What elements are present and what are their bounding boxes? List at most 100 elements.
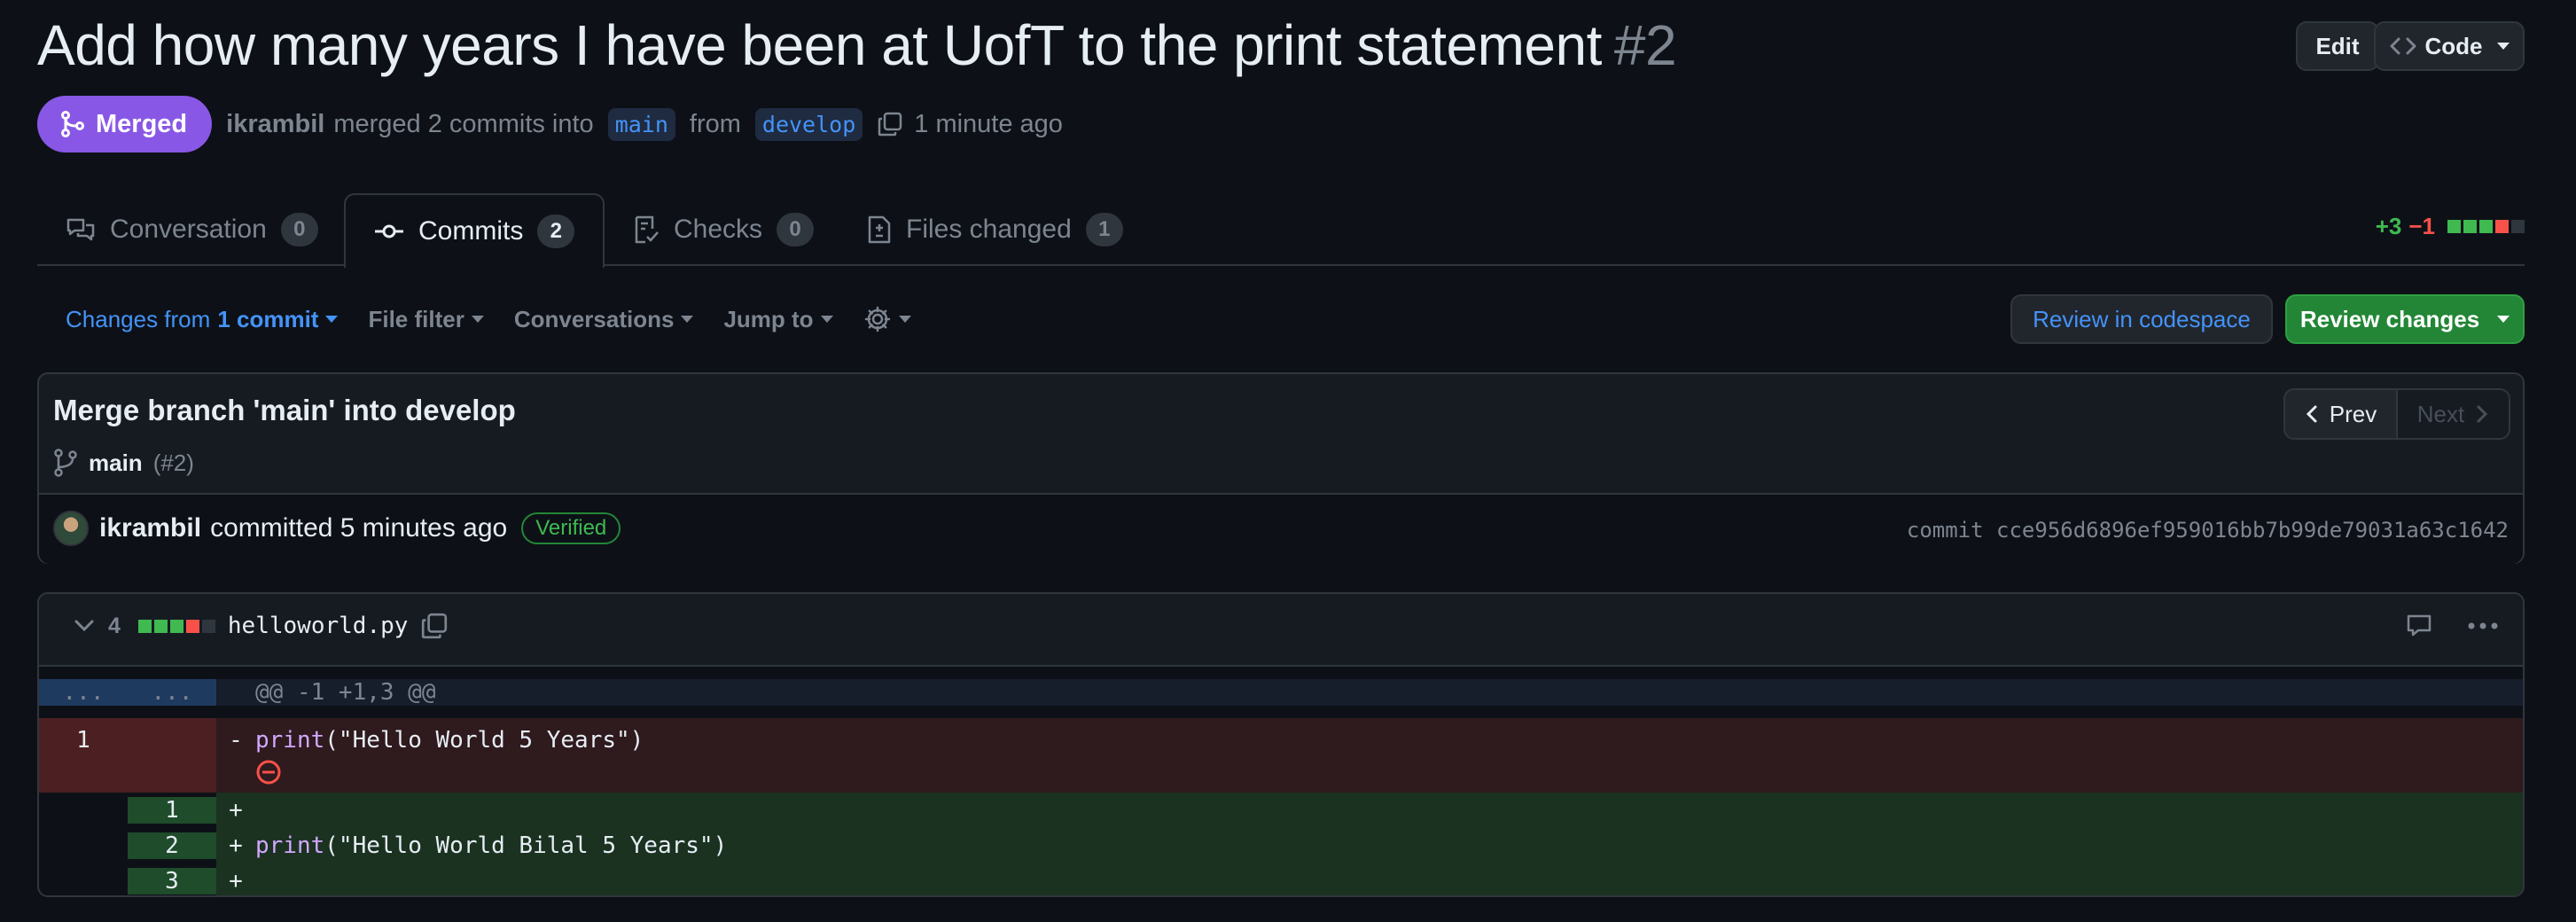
file-diffstat-blocks (137, 619, 215, 633)
file-diff: 4 helloworld.py ... ... @@ -1 +1,3 @@ 1 … (37, 592, 2525, 897)
changes-from-dropdown[interactable]: Changes from 1 commit (66, 305, 339, 333)
file-filter-dropdown[interactable]: File filter (368, 305, 484, 333)
new-line-number[interactable]: 2 (128, 832, 216, 859)
commit-branch: main (#2) (53, 449, 194, 477)
diffstat-block-del (2495, 220, 2509, 233)
changes-from-prefix: Changes from (66, 305, 211, 332)
tab-commits[interactable]: Commits 2 (344, 193, 605, 268)
jump-to-label: Jump to (723, 305, 814, 332)
diff-line-added: 1 + (39, 793, 2523, 828)
chevron-down-icon (820, 316, 833, 323)
review-in-codespace-label: Review in codespace (2033, 305, 2251, 332)
commit-details: Merge branch 'main' into develop main (#… (37, 372, 2525, 564)
chevron-down-icon (471, 316, 484, 323)
pr-author-link[interactable]: ikrambil (226, 110, 324, 139)
chevron-right-icon (2477, 405, 2488, 423)
commit-sha: commit cce956d6896ef959016bb7b99de79031a… (1906, 518, 2509, 543)
code-button-label: Code (2424, 32, 2483, 59)
edit-button[interactable]: Edit (2296, 21, 2379, 71)
prev-commit-button[interactable]: Prev (2285, 390, 2398, 438)
diff-line-added: 3 + (39, 863, 2523, 895)
diffstat-block-add (2479, 220, 2493, 233)
comment-discussion-icon (66, 218, 95, 241)
pr-number: #2 (1613, 13, 1677, 77)
code-token: ("Hello World 5 Years") (324, 727, 644, 754)
tab-conversation[interactable]: Conversation 0 (37, 193, 347, 266)
diffstat-block-add (153, 619, 168, 633)
pr-time: 1 minute ago (914, 109, 1063, 138)
base-branch-link[interactable]: main (607, 107, 675, 141)
file-change-count: 4 (108, 613, 121, 638)
expand-hunk-left[interactable]: ... (39, 679, 128, 706)
diff-table: ... ... @@ -1 +1,3 @@ 1 - print ("Hello W… (39, 667, 2523, 895)
commit-pr-ref[interactable]: (#2) (153, 449, 194, 477)
prev-commit-label: Prev (2329, 400, 2377, 427)
commit-author-link[interactable]: ikrambil (99, 513, 201, 543)
new-line-number[interactable] (128, 718, 216, 793)
copy-icon[interactable] (420, 612, 449, 640)
changes-from-count: 1 commit (217, 305, 319, 332)
chevron-down-icon[interactable] (73, 618, 96, 634)
tab-checks[interactable]: Checks 0 (605, 193, 842, 266)
code-button[interactable]: Code (2374, 21, 2525, 71)
review-in-codespace-button[interactable]: Review in codespace (2010, 294, 2273, 344)
diffstat-block-del (185, 619, 199, 633)
old-line-number[interactable]: 1 (39, 718, 128, 793)
verified-badge[interactable]: Verified (521, 512, 621, 544)
commit-meta: ikrambil committed 5 minutes ago Verifie… (39, 493, 2523, 564)
edit-button-label: Edit (2315, 32, 2360, 59)
diff-line-deleted: 1 - print ("Hello World 5 Years") (39, 718, 2523, 793)
diffstat-block-add (169, 619, 183, 633)
head-branch-link[interactable]: develop (754, 107, 863, 141)
pr-title-text: Add how many years I have been at UofT t… (37, 13, 1602, 77)
code-token: print (255, 727, 325, 754)
pr-tabs: Conversation 0 Commits 2 Checks 0 Files … (37, 193, 2525, 268)
merge-text: merged 2 commits into (333, 109, 594, 138)
commit-author-line: ikrambil committed 5 minutes ago Verifie… (99, 512, 621, 544)
review-changes-label: Review changes (2299, 305, 2480, 332)
tab-label: Checks (674, 215, 763, 244)
tab-label: Commits (418, 216, 524, 246)
diff-toolbar: Changes from 1 commit File filter Conver… (66, 300, 911, 339)
avatar[interactable] (53, 511, 89, 546)
next-commit-button: Next (2398, 390, 2509, 438)
git-branch-icon (54, 449, 77, 477)
code-icon (2390, 37, 2416, 55)
diffstat: +3 −1 (2376, 213, 2525, 240)
tab-counter: 2 (537, 215, 575, 248)
chevron-down-icon (325, 316, 339, 323)
status-badge-label: Merged (96, 109, 188, 138)
diffstat-block-add (137, 619, 152, 633)
tab-files-changed[interactable]: Files changed 1 (839, 193, 1151, 266)
conversations-dropdown[interactable]: Conversations (514, 306, 694, 333)
diff-sign: + (229, 868, 243, 895)
tab-label: Files changed (906, 215, 1072, 244)
tab-counter: 0 (777, 213, 815, 246)
file-filter-label: File filter (368, 305, 464, 332)
new-line-number[interactable]: 1 (128, 797, 216, 824)
comment-icon[interactable] (2406, 613, 2432, 638)
jump-to-dropdown[interactable]: Jump to (723, 305, 833, 333)
no-newline-icon (256, 760, 281, 785)
new-line-number[interactable]: 3 (128, 868, 216, 895)
diffstat-deletions: −1 (2408, 213, 2435, 239)
chevron-down-icon (898, 316, 911, 323)
kebab-horizontal-icon[interactable] (2468, 621, 2498, 630)
tab-counter: 0 (280, 213, 318, 246)
diffstat-block-neutral (2511, 220, 2525, 233)
code-token: print (255, 832, 325, 859)
next-commit-label: Next (2416, 400, 2465, 427)
copy-icon[interactable] (877, 111, 903, 137)
file-header: 4 helloworld.py (39, 594, 2523, 667)
expand-hunk-right[interactable]: ... (128, 679, 216, 706)
review-changes-button[interactable]: Review changes (2285, 294, 2525, 344)
tab-counter: 1 (1085, 213, 1123, 246)
diff-line-added: 2 + print ("Hello World Bilal 5 Years") (39, 828, 2523, 863)
diffstat-additions: +3 (2375, 213, 2402, 239)
git-merge-icon (61, 111, 84, 137)
file-name[interactable]: helloworld.py (228, 613, 409, 639)
tab-label: Conversation (110, 215, 267, 244)
diff-settings-dropdown[interactable] (863, 305, 911, 333)
commit-branch-name[interactable]: main (89, 449, 143, 477)
commit-title: Merge branch 'main' into develop (53, 394, 516, 426)
